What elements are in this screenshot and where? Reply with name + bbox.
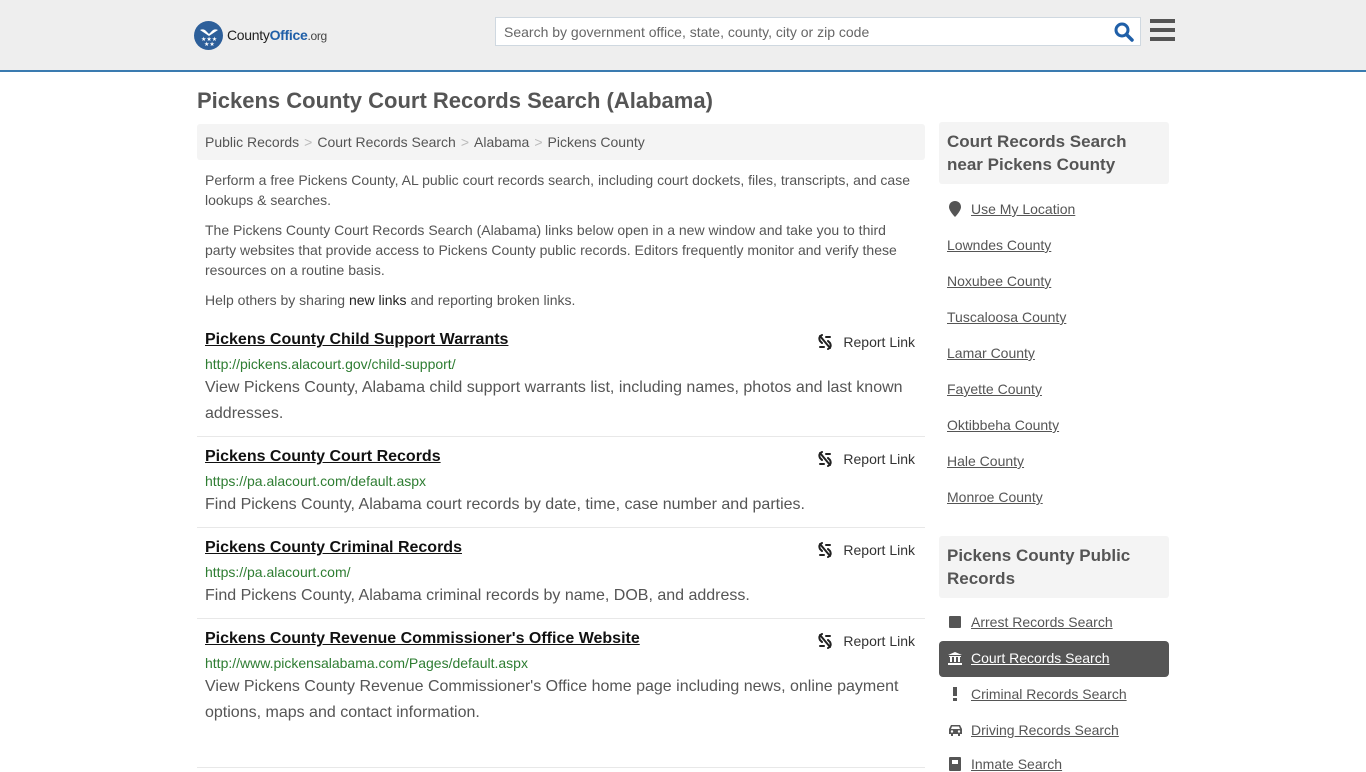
breadcrumb-alabama[interactable]: Alabama bbox=[474, 134, 529, 150]
result-url: https://pa.alacourt.com/default.aspx bbox=[205, 473, 427, 489]
driving-records-search-link[interactable]: Driving Records Search bbox=[947, 722, 1119, 738]
nearby-county-link[interactable]: Monroe County bbox=[947, 489, 1043, 505]
disclaimer-paragraph: The Pickens County Court Records Search … bbox=[205, 222, 897, 278]
nearby-county-link[interactable]: Lowndes County bbox=[947, 237, 1051, 253]
report-link-label: Report Link bbox=[843, 451, 915, 467]
intro-paragraph: Perform a free Pickens County, AL public… bbox=[205, 172, 910, 208]
exclamation-icon bbox=[947, 687, 963, 701]
square-icon bbox=[947, 616, 963, 628]
use-my-location-label: Use My Location bbox=[971, 201, 1076, 217]
report-link-button[interactable]: Report Link bbox=[817, 633, 915, 649]
result-item: Pickens County Revenue Commissioner's Of… bbox=[197, 630, 925, 768]
public-records-section-heading: Pickens County Public Records bbox=[939, 536, 1169, 598]
nearby-county-link[interactable]: Fayette County bbox=[947, 381, 1042, 397]
car-icon bbox=[947, 724, 963, 736]
nearby-county-link[interactable]: Lamar County bbox=[947, 345, 1035, 361]
broken-link-icon bbox=[818, 542, 833, 558]
search-box bbox=[495, 17, 1141, 46]
nearby-section-heading: Court Records Search near Pickens County bbox=[939, 122, 1169, 184]
hamburger-menu-icon[interactable] bbox=[1150, 19, 1175, 42]
eagle-stars-logo-icon: ★★★ ★★ bbox=[194, 20, 223, 50]
result-item: Pickens County Criminal Records Report L… bbox=[197, 539, 925, 619]
breadcrumb: Public Records > Court Records Search > Alab… bbox=[197, 124, 925, 160]
arrest-records-search-label: Arrest Records Search bbox=[971, 614, 1113, 630]
search-input[interactable] bbox=[496, 18, 1106, 45]
result-url: http://www.pickensalabama.com/Pages/defa… bbox=[205, 655, 528, 671]
inmate-search-link[interactable]: Inmate Search bbox=[947, 756, 1062, 772]
criminal-records-search-link[interactable]: Criminal Records Search bbox=[947, 686, 1127, 702]
nearby-county-link[interactable]: Hale County bbox=[947, 453, 1024, 469]
inmate-icon bbox=[947, 757, 963, 771]
broken-link-icon bbox=[818, 451, 833, 467]
court-records-search-label: Court Records Search bbox=[971, 650, 1110, 666]
nearby-county-link[interactable]: Oktibbeha County bbox=[947, 417, 1059, 433]
result-title-link[interactable]: Pickens County Criminal Records bbox=[205, 539, 462, 557]
logo-text: CountyOffice.org bbox=[227, 27, 327, 43]
court-records-search-link[interactable]: Court Records Search bbox=[947, 650, 1110, 666]
nearby-county-link[interactable]: Noxubee County bbox=[947, 273, 1051, 289]
share-links-paragraph: Help others by sharing new links and rep… bbox=[205, 290, 917, 310]
breadcrumb-public-records[interactable]: Public Records bbox=[205, 134, 299, 150]
result-description: View Pickens County, Alabama child suppo… bbox=[205, 379, 903, 422]
result-title-link[interactable]: Pickens County Child Support Warrants bbox=[205, 331, 508, 349]
result-title-link[interactable]: Pickens County Court Records bbox=[205, 448, 441, 466]
map-marker-icon bbox=[947, 201, 963, 217]
result-title-link[interactable]: Pickens County Revenue Commissioner's Of… bbox=[205, 630, 640, 648]
driving-records-search-label: Driving Records Search bbox=[971, 722, 1119, 738]
courthouse-icon bbox=[947, 651, 963, 665]
result-description: View Pickens County Revenue Commissioner… bbox=[205, 678, 899, 721]
breadcrumb-separator: > bbox=[304, 134, 313, 150]
svg-text:★★: ★★ bbox=[204, 41, 215, 46]
new-links-link[interactable]: new links bbox=[349, 292, 407, 308]
breadcrumb-pickens-county[interactable]: Pickens County bbox=[548, 134, 645, 150]
breadcrumb-court-records-search[interactable]: Court Records Search bbox=[317, 134, 456, 150]
result-url: https://pa.alacourt.com/ bbox=[205, 564, 351, 580]
page-title: Pickens County Court Records Search (Ala… bbox=[197, 88, 713, 113]
search-icon[interactable] bbox=[1114, 22, 1134, 42]
breadcrumb-separator: > bbox=[460, 134, 470, 150]
arrest-records-search-link[interactable]: Arrest Records Search bbox=[947, 614, 1113, 630]
broken-link-icon bbox=[818, 633, 833, 649]
report-link-button[interactable]: Report Link bbox=[817, 451, 915, 467]
result-item: Pickens County Child Support Warrants Re… bbox=[197, 331, 925, 437]
report-link-label: Report Link bbox=[843, 542, 915, 558]
share-text-end: and reporting broken links. bbox=[406, 292, 576, 308]
broken-link-icon bbox=[818, 334, 833, 350]
criminal-records-search-label: Criminal Records Search bbox=[971, 686, 1127, 702]
top-header: ★★★ ★★ CountyOffice.org bbox=[0, 0, 1366, 72]
result-description: Find Pickens County, Alabama court recor… bbox=[205, 496, 805, 513]
report-link-label: Report Link bbox=[843, 633, 915, 649]
share-text: Help others by sharing bbox=[205, 292, 349, 308]
report-link-label: Report Link bbox=[843, 334, 915, 350]
breadcrumb-separator: > bbox=[534, 134, 543, 150]
report-link-button[interactable]: Report Link bbox=[817, 334, 915, 350]
nearby-county-link[interactable]: Tuscaloosa County bbox=[947, 309, 1066, 325]
result-item: Pickens County Court Records Report Link… bbox=[197, 448, 925, 528]
site-logo[interactable]: ★★★ ★★ CountyOffice.org bbox=[194, 20, 327, 50]
use-my-location-link[interactable]: Use My Location bbox=[947, 201, 1075, 217]
result-url: http://pickens.alacourt.gov/child-suppor… bbox=[205, 356, 456, 372]
report-link-button[interactable]: Report Link bbox=[817, 542, 915, 558]
result-description: Find Pickens County, Alabama criminal re… bbox=[205, 587, 750, 604]
inmate-search-label: Inmate Search bbox=[971, 756, 1063, 772]
